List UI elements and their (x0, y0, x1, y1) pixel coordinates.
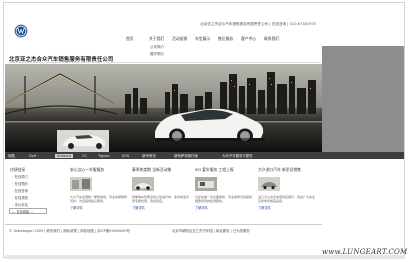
right-bar (322, 152, 404, 159)
sidebar-link[interactable]: 在线咨询 (12, 188, 28, 195)
watermark: www.LUNGEART.COM (322, 248, 408, 256)
model-tab[interactable]: 新甲壳虫 (142, 153, 164, 158)
news-card: 安心点心一车服服务 大众汽车全国统一服务热线，专业车辆维修养护，为您提供贴心服务… (70, 167, 128, 210)
nav-contact[interactable]: 联系我们 (264, 36, 287, 42)
news-card: SEI 爱车服务 工程上报 为爱车做一次全面体检，专业技师为您提供细致周到的检测… (195, 167, 253, 210)
news-card-text: 为爱车做一次全面体检，专业技师为您提供细致周到的检测服务。 (195, 195, 253, 203)
news-card-title[interactable]: 春季热卖期 全新活动推 (132, 167, 190, 173)
nav-service[interactable]: 售后服务 (218, 36, 241, 42)
model-tab-active[interactable]: Scirocco (55, 153, 74, 158)
divider (9, 62, 321, 63)
friend-links-select[interactable]: --- 友情链接 --- (9, 208, 47, 214)
sidebar-links: 在线预订 在线预约 在线咨询 在线调查 评价本站 (12, 174, 28, 209)
vw-logo-icon[interactable] (14, 24, 28, 38)
read-more-link[interactable]: 了解详情 (195, 205, 253, 210)
submenu-item[interactable]: 公司简介 (150, 44, 164, 51)
model-tab[interactable]: Tiguan (98, 154, 112, 158)
about-submenu: 公司简介 展厅照片 (150, 44, 164, 58)
model-tab[interactable]: 新帕萨特旅行版 (174, 153, 210, 158)
footer-divider (5, 224, 322, 225)
read-more-link[interactable]: 了解详情 (132, 205, 190, 210)
news-thumbnail[interactable] (195, 177, 217, 191)
news-card-text: 春季购车优惠活动火热进行中，多款车型享受专属优惠，欢迎到店。 (132, 195, 190, 203)
news-card-title[interactable]: SEI 爱车服务 工程上报 (195, 167, 253, 173)
news-card-title[interactable]: 大众进口汽车 新学员销售 (258, 167, 316, 173)
sidebar-link[interactable]: 在线预约 (12, 181, 28, 188)
right-gray-panel (322, 46, 404, 153)
model-tab[interactable]: Golf (29, 154, 47, 158)
sidebar-link[interactable]: 在线调查 (12, 195, 28, 202)
nav-about[interactable]: 关于我们 (149, 36, 172, 42)
sidebar-title: 快捷链接 (10, 167, 26, 172)
sidebar-link[interactable]: 在线预订 (12, 174, 28, 181)
news-thumbnail[interactable] (132, 177, 154, 191)
news-thumbnail[interactable] (70, 177, 92, 191)
news-card-title[interactable]: 安心点心一车服服务 (70, 167, 128, 173)
news-card: 大众进口汽车 新学员销售 进口大众全系车型到店展示，欢迎广大车主及新学员前来品鉴… (258, 167, 316, 210)
submenu-item[interactable]: 展厅照片 (150, 51, 164, 58)
model-nav-bar: 尚酷 Golf Scirocco CC Tiguan EOS 新甲壳虫 新帕萨特… (5, 152, 322, 159)
nav-home[interactable]: 首页 (126, 36, 149, 42)
top-info-line: 北京亚之杰合众汽车销售服务有限责任公司 | 在线咨询 | 010-6736197… (200, 22, 317, 26)
news-card: 春季热卖期 全新活动推 春季购车优惠活动火热进行中，多款车型享受专属优惠，欢迎到… (132, 167, 190, 210)
model-tab[interactable]: 大众汽车服务与配件 (222, 153, 253, 158)
model-tab[interactable]: 尚酷 (8, 153, 19, 158)
read-more-link[interactable]: 了解详情 (70, 205, 128, 210)
news-thumbnail[interactable] (258, 177, 280, 191)
read-more-link[interactable]: 了解详情 (258, 205, 316, 210)
top-nav: 首页 关于我们 活动促销 车型展示 售后服务 客户中心 联系我们 (126, 36, 287, 42)
footer-links[interactable]: © Volkswagen 2009 | 联系我们 | 隐私政策 | 网站地图 |… (9, 228, 130, 233)
model-tab[interactable]: EOS (122, 154, 134, 158)
footer-address: 北京市朝阳区亚之杰汽车园 | 新址服务 | 已为您服务 (172, 229, 250, 233)
news-card-text: 进口大众全系车型到店展示，欢迎广大车主及新学员前来品鉴。 (258, 195, 316, 203)
hero-banner (5, 64, 322, 152)
nav-promotions[interactable]: 活动促销 (172, 36, 195, 42)
news-card-text: 大众汽车全国统一服务热线，专业车辆维修养护，为您提供贴心服务。 (70, 195, 128, 203)
nav-customer[interactable]: 客户中心 (241, 36, 264, 42)
model-tab[interactable]: CC (82, 154, 92, 158)
nav-models[interactable]: 车型展示 (195, 36, 218, 42)
